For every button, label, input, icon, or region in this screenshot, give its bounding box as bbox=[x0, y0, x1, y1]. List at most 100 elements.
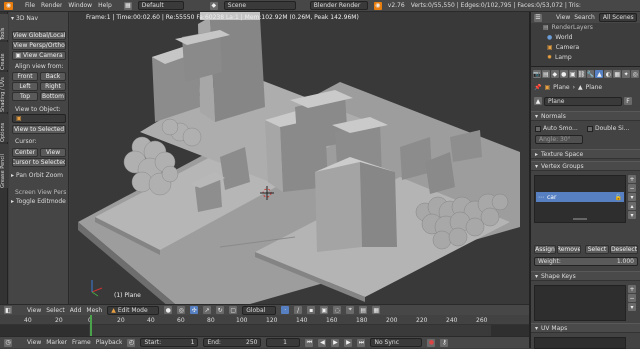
shape-keys-list[interactable] bbox=[534, 285, 626, 321]
remove-shape-key-icon[interactable]: − bbox=[628, 294, 636, 302]
orientation-select[interactable]: Global bbox=[242, 305, 277, 315]
lock-icon[interactable]: 🔓 bbox=[615, 194, 624, 201]
nav-panel-header[interactable]: ▾ 3D Nav bbox=[11, 14, 67, 23]
outliner-item[interactable]: ▤ RenderLayers bbox=[543, 24, 637, 31]
edge-select-icon[interactable]: / bbox=[294, 306, 303, 314]
tab-shading[interactable]: Shading / UVs bbox=[0, 72, 8, 112]
translate-icon[interactable]: ↗ bbox=[203, 306, 212, 314]
render-preview-icon[interactable]: ▦ bbox=[372, 306, 381, 314]
timeline-editor-icon[interactable]: ◷ bbox=[4, 338, 12, 347]
render-layers-tab-icon[interactable]: ▤ bbox=[541, 70, 550, 78]
constraints-tab-icon[interactable]: ⛓ bbox=[577, 70, 586, 78]
outliner-search-menu[interactable]: Search bbox=[574, 14, 595, 21]
rotate-icon[interactable]: ↻ bbox=[216, 306, 225, 314]
timeline-menu-view[interactable]: View bbox=[27, 339, 41, 346]
weight-field[interactable]: Weight: 1.000 bbox=[534, 257, 638, 266]
layout-icon[interactable]: ▦ bbox=[123, 1, 132, 10]
uv-maps-panel-header[interactable]: ▾ UV Maps bbox=[531, 323, 640, 333]
occlude-icon[interactable]: ▣ bbox=[320, 306, 329, 314]
pin-icon[interactable]: 📌 bbox=[534, 84, 541, 91]
play-icon[interactable]: ▶ bbox=[331, 338, 340, 347]
modifiers-tab-icon[interactable]: 🔧 bbox=[586, 70, 595, 78]
scene-select[interactable]: Scene bbox=[223, 1, 296, 10]
add-shape-key-icon[interactable]: + bbox=[628, 285, 636, 293]
face-select-icon[interactable]: ▪ bbox=[307, 306, 316, 314]
back-view-button[interactable]: Back bbox=[40, 72, 66, 81]
proportional-icon[interactable]: ◌ bbox=[333, 306, 342, 314]
toggle-editmode-header[interactable]: ▸ Toggle Editmode bbox=[11, 198, 67, 205]
remove-group-icon[interactable]: − bbox=[628, 184, 636, 192]
view-camera-button[interactable]: ▣ View Camera bbox=[12, 51, 66, 60]
bottom-view-button[interactable]: Bottom bbox=[40, 92, 66, 101]
vertex-group-item[interactable]: ⋯ car 🔓 bbox=[536, 192, 624, 202]
outliner-filter-select[interactable]: All Scenes bbox=[598, 13, 637, 22]
world-tab-icon[interactable]: ● bbox=[559, 70, 568, 78]
outliner-item[interactable]: ✹ Lamp bbox=[547, 54, 637, 61]
timeline-menu-marker[interactable]: Marker bbox=[46, 339, 67, 346]
tab-options[interactable]: Options bbox=[0, 114, 8, 142]
pan-orbit-header[interactable]: ▸ Pan Orbit Zoom bbox=[11, 172, 67, 179]
tab-grease-pencil[interactable]: Grease Pencil bbox=[0, 144, 8, 188]
scene-tab-icon[interactable]: ◆ bbox=[550, 70, 559, 78]
mesh-name-field[interactable]: Plane bbox=[544, 96, 622, 106]
texture-space-panel-header[interactable]: ▸ Texture Space bbox=[531, 149, 640, 159]
select-button[interactable]: Select bbox=[585, 245, 609, 254]
vertex-groups-panel-header[interactable]: ▾ Vertex Groups bbox=[531, 161, 640, 171]
scale-icon[interactable]: ▢ bbox=[229, 306, 238, 314]
view-selected-button[interactable]: View to Selected bbox=[12, 125, 66, 134]
view-to-object-field[interactable]: ▣ bbox=[12, 114, 66, 123]
render-engine-select[interactable]: Blender Render bbox=[309, 1, 368, 10]
current-frame-field[interactable]: 1 bbox=[266, 338, 301, 347]
editor-type-icon[interactable]: ◧ bbox=[4, 306, 12, 314]
timeline-area[interactable]: 40 20 0 20 40 60 80 100 120 140 160 180 … bbox=[0, 315, 529, 336]
menu-view[interactable]: View bbox=[27, 307, 41, 314]
outliner-item[interactable]: ▣ Camera bbox=[547, 44, 637, 51]
material-tab-icon[interactable]: ◐ bbox=[604, 70, 613, 78]
uv-maps-list[interactable] bbox=[534, 337, 626, 349]
jump-start-icon[interactable]: ⏮ bbox=[305, 338, 314, 347]
mesh-data-icon[interactable]: ▲ bbox=[534, 97, 542, 105]
outliner-view-menu[interactable]: View bbox=[556, 14, 570, 21]
next-key-icon[interactable]: ▶ bbox=[344, 338, 353, 347]
cursor-view-button[interactable]: View bbox=[40, 148, 66, 157]
particles-tab-icon[interactable]: ✦ bbox=[622, 70, 631, 78]
move-down-icon[interactable]: ▾ bbox=[628, 211, 636, 219]
blender-logo-icon[interactable]: ◉ bbox=[4, 1, 13, 10]
double-sided-checkbox[interactable]: Double Si... bbox=[587, 125, 639, 132]
left-view-button[interactable]: Left bbox=[12, 82, 38, 91]
layout-select[interactable]: Default bbox=[137, 1, 184, 10]
snap-icon[interactable]: ⌖ bbox=[346, 306, 355, 314]
shading-icon[interactable]: ● bbox=[164, 306, 173, 314]
physics-tab-icon[interactable]: ◎ bbox=[631, 70, 640, 78]
top-view-button[interactable]: Top bbox=[12, 92, 38, 101]
mode-select[interactable]: ▲ Edit Mode bbox=[107, 305, 160, 315]
vertex-select-icon[interactable]: · bbox=[281, 306, 290, 314]
tab-create[interactable]: Create bbox=[0, 42, 8, 70]
tab-tools[interactable]: Tools bbox=[0, 14, 8, 40]
current-frame-line[interactable] bbox=[90, 315, 92, 336]
scene-icon[interactable]: ◆ bbox=[209, 1, 218, 10]
preview-range-icon[interactable]: ◴ bbox=[127, 338, 136, 347]
menu-file[interactable]: File bbox=[25, 2, 35, 9]
jump-end-icon[interactable]: ⏭ bbox=[357, 338, 366, 347]
shape-key-specials-icon[interactable]: ▾ bbox=[628, 303, 636, 311]
render-tab-icon[interactable]: 📷 bbox=[533, 70, 541, 78]
list-resize-handle[interactable] bbox=[573, 218, 587, 220]
assign-button[interactable]: Assign bbox=[534, 245, 556, 254]
outliner-item[interactable]: ● World bbox=[547, 34, 637, 41]
cursor-to-selected-button[interactable]: Cursor to Selected bbox=[12, 158, 66, 167]
manipulator-icon[interactable]: ✣ bbox=[190, 306, 199, 314]
right-view-button[interactable]: Right bbox=[40, 82, 66, 91]
cursor-center-button[interactable]: Center bbox=[12, 148, 38, 157]
group-specials-icon[interactable]: ▾ bbox=[628, 193, 636, 201]
shape-keys-panel-header[interactable]: ▾ Shape Keys bbox=[531, 271, 640, 281]
angle-field[interactable]: Angle: 30° bbox=[535, 135, 583, 144]
auto-smooth-checkbox[interactable]: Auto Smo... bbox=[535, 125, 585, 132]
texture-tab-icon[interactable]: ▦ bbox=[613, 70, 622, 78]
menu-help[interactable]: Help bbox=[98, 2, 112, 9]
deselect-button[interactable]: Deselect bbox=[610, 245, 638, 254]
timeline-menu-frame[interactable]: Frame bbox=[72, 339, 91, 346]
normals-panel-header[interactable]: ▾ Normals bbox=[531, 111, 640, 121]
sync-select[interactable]: No Sync bbox=[370, 338, 423, 347]
3d-viewport[interactable]: Frame:1 | Time:00:02.60 | Re:55550 Fa:60… bbox=[70, 12, 529, 304]
